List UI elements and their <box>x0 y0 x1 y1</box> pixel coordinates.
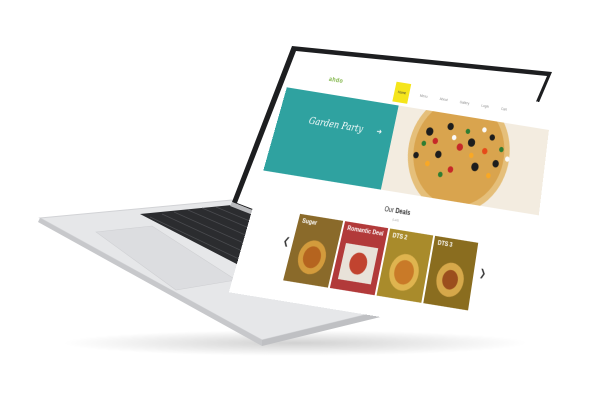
deal-card[interactable]: DTS 3 <box>423 235 479 311</box>
deals-title-prefix: Our <box>383 206 395 215</box>
nav-item-home[interactable]: Home <box>392 81 412 104</box>
deals-title-bold: Deals <box>394 208 411 218</box>
nav-item-gallery[interactable]: Gallery <box>457 98 471 108</box>
hero-title: Garden Party <box>307 116 364 136</box>
nav-item-login[interactable]: Login <box>479 101 491 111</box>
hero-arrow-icon[interactable]: ➔ <box>376 127 383 136</box>
deals-next-arrow-icon[interactable]: ❯ <box>479 267 487 279</box>
screen-viewport: ahdo Home Menu About Gallery Login Cart … <box>228 48 566 341</box>
nav-item-about[interactable]: About <box>437 95 450 105</box>
nav-item-cart[interactable]: Cart <box>499 105 509 114</box>
nav-item-menu[interactable]: Menu <box>417 91 430 101</box>
website: ahdo Home Menu About Gallery Login Cart … <box>228 62 552 341</box>
hero-teal-panel: Garden Party ➔ <box>263 87 399 190</box>
deals-prev-arrow-icon[interactable]: ❮ <box>282 235 291 247</box>
site-logo[interactable]: ahdo <box>328 77 344 85</box>
